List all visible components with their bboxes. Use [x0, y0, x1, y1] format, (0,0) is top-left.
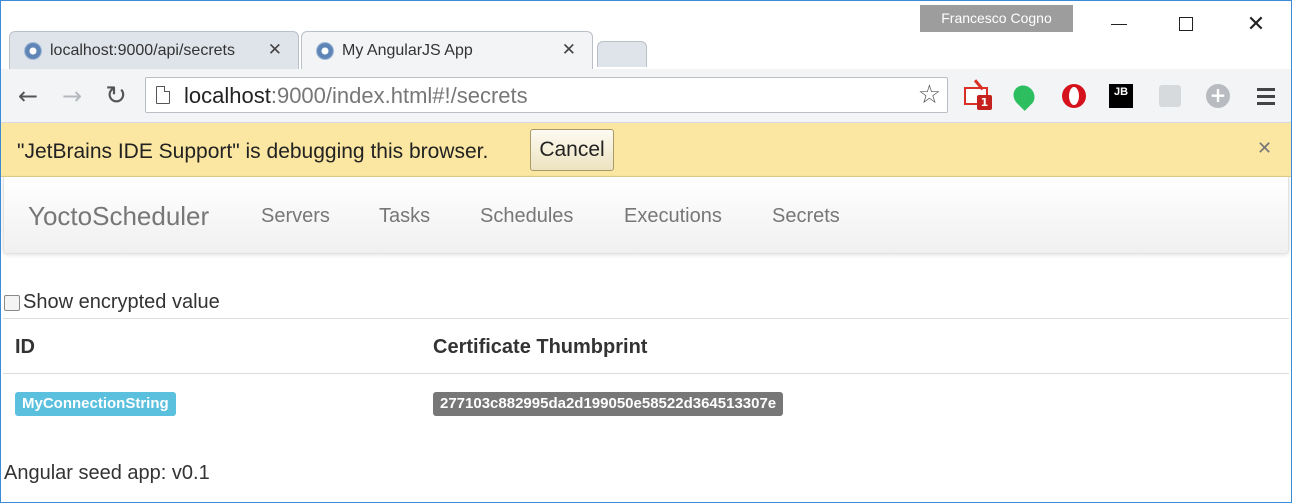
tab-api-secrets[interactable]: localhost:9000/api/secrets ✕ — [9, 31, 299, 69]
bookmark-star-icon[interactable]: ☆ — [918, 80, 941, 110]
favicon-icon — [316, 41, 334, 60]
title-bar: Francesco Cogno ✕ localhost:9000/api/sec… — [1, 1, 1291, 69]
table-header-border — [3, 373, 1289, 374]
maximize-button[interactable] — [1163, 9, 1209, 39]
infobar-close-icon[interactable]: ✕ — [1257, 138, 1272, 159]
show-encrypted-toggle[interactable]: Show encrypted value — [4, 291, 220, 314]
profile-badge[interactable]: Francesco Cogno — [920, 5, 1073, 32]
brand-link[interactable]: YoctoScheduler — [28, 201, 209, 232]
nav-item-secrets[interactable]: Secrets — [772, 205, 840, 228]
nav-item-servers[interactable]: Servers — [261, 205, 330, 228]
menu-line — [1257, 87, 1275, 91]
minimize-icon — [1111, 23, 1127, 25]
column-header-thumbprint: Certificate Thumbprint — [433, 336, 648, 358]
page-icon — [156, 86, 170, 104]
reload-button[interactable]: ↻ — [101, 81, 131, 111]
extension-plus-icon[interactable] — [1205, 83, 1231, 109]
evernote-shape — [1009, 81, 1039, 111]
forward-button[interactable]: → — [57, 81, 87, 111]
jetbrains-icon[interactable]: JB — [1108, 83, 1134, 109]
show-encrypted-checkbox[interactable] — [4, 294, 20, 311]
tab-close-icon[interactable]: ✕ — [562, 40, 576, 60]
close-icon: ✕ — [1246, 11, 1266, 37]
tab-my-angularjs-app[interactable]: My AngularJS App ✕ — [301, 31, 593, 69]
url-path: :9000/index.html#!/secrets — [270, 83, 528, 108]
jetbrains-label: JB — [1109, 84, 1133, 108]
infobar-message: "JetBrains IDE Support" is debugging thi… — [17, 140, 489, 163]
menu-line — [1257, 101, 1275, 105]
menu-line — [1257, 94, 1275, 98]
gmail-count-badge: 1 — [977, 95, 992, 110]
back-button[interactable]: ← — [13, 81, 43, 111]
url-host: localhost — [184, 83, 271, 108]
maximize-icon — [1179, 17, 1193, 31]
url-text[interactable]: localhost:9000/index.html#!/secrets — [184, 83, 528, 109]
new-tab-button[interactable] — [597, 41, 647, 67]
nav-item-schedules[interactable]: Schedules — [480, 205, 573, 228]
menu-icon[interactable] — [1253, 83, 1279, 109]
browser-toolbar: ← → ↻ localhost:9000/index.html#!/secret… — [1, 69, 1291, 123]
app-navbar: YoctoScheduler Servers Tasks Schedules E… — [3, 177, 1289, 254]
thumbprint-label: 277103c882995da2d199050e58522d364513307e — [433, 392, 784, 416]
nav-item-executions[interactable]: Executions — [624, 205, 722, 228]
main-content: Show encrypted value ID Certificate Thum… — [1, 254, 1291, 502]
extension-icon[interactable] — [1157, 83, 1183, 109]
debugging-infobar: "JetBrains IDE Support" is debugging thi… — [1, 123, 1291, 177]
app-version-footer: Angular seed app: v0.1 — [4, 462, 210, 484]
opera-icon[interactable] — [1061, 83, 1087, 109]
opera-shape — [1062, 84, 1086, 108]
extension-shape — [1159, 85, 1181, 107]
column-header-id: ID — [15, 336, 35, 358]
cancel-button[interactable]: Cancel — [530, 129, 614, 171]
gmail-icon[interactable]: 1 — [963, 83, 992, 110]
nav-item-tasks[interactable]: Tasks — [379, 205, 430, 228]
evernote-icon[interactable] — [1009, 81, 1039, 111]
tab-close-icon[interactable]: ✕ — [268, 40, 282, 60]
minimize-button[interactable] — [1096, 9, 1142, 39]
close-window-button[interactable]: ✕ — [1233, 9, 1279, 39]
table-top-border — [3, 318, 1289, 319]
address-bar[interactable]: localhost:9000/index.html#!/secrets ☆ — [145, 77, 948, 113]
extension-plus-shape — [1206, 84, 1230, 108]
show-encrypted-label: Show encrypted value — [23, 291, 220, 313]
tab-title: localhost:9000/api/secrets — [50, 41, 235, 59]
browser-window: Francesco Cogno ✕ localhost:9000/api/sec… — [0, 0, 1292, 503]
secret-id-label: MyConnectionString — [15, 392, 176, 416]
favicon-icon — [24, 41, 42, 60]
tab-title: My AngularJS App — [342, 41, 473, 59]
